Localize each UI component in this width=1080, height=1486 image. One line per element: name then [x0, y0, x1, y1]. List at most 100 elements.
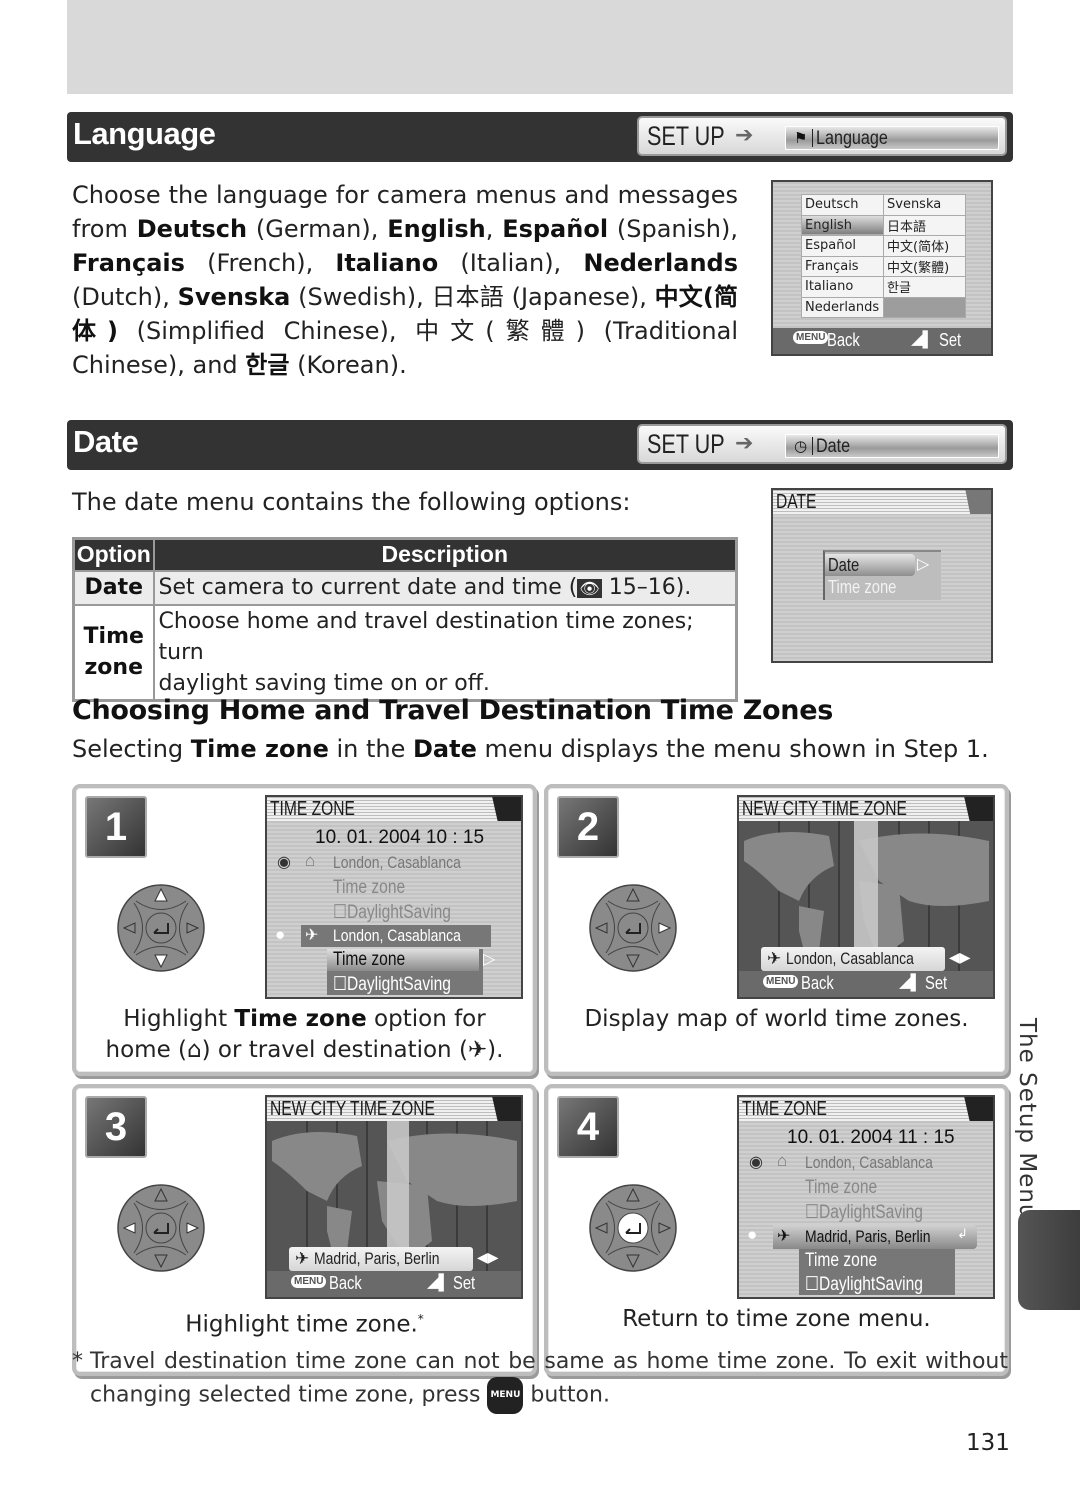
breadcrumb: SET UP ➔ ⚑ Language [637, 116, 1007, 156]
option-name: Date [72, 569, 155, 606]
breadcrumb-item: Language [816, 128, 888, 149]
section-title: Date [73, 424, 139, 459]
menu-item-time-zone[interactable]: Time zone [828, 577, 896, 598]
enter-icon: ↲ [957, 1226, 968, 1241]
current-datetime: 10. 01. 2004 10 : 15 [315, 827, 485, 848]
header-band [67, 0, 1013, 94]
step-number: 4 [557, 1096, 619, 1158]
home-daylight-saving[interactable]: ☐DaylightSaving [333, 901, 451, 924]
menu-item-date[interactable]: Date [825, 554, 915, 576]
new-city-time-zone-screen: NEW CITY TIME ZONE ✈ London, Casablanca … [737, 795, 995, 999]
step-caption: Return to time zone menu. [622, 1306, 931, 1332]
travel-time-zone[interactable]: Time zone [805, 1250, 877, 1272]
chevron-right-icon: ▷ [917, 554, 930, 573]
language-option[interactable]: Svenska [883, 194, 966, 216]
selected-city: ✈ London, Casablanca [761, 947, 945, 971]
step-4: 4 TIME ZONE 10. 01. 2004 11 : 15 ◉ ⌂ Lon… [544, 1084, 1009, 1376]
home-daylight-saving[interactable]: ☐DaylightSaving [805, 1201, 923, 1224]
language-option[interactable]: 日本語 [883, 214, 966, 236]
subsection-heading: Choosing Home and Travel Destination Tim… [72, 695, 834, 726]
multi-selector-enter-icon [589, 1184, 677, 1272]
arrow-right-icon: ➔ [735, 123, 754, 148]
language-option[interactable]: Deutsch [801, 194, 884, 216]
language-option[interactable]: Français [801, 255, 884, 277]
step-caption: Highlight Time zone option for home (⌂) … [105, 1006, 504, 1063]
back-label: Back [329, 1273, 362, 1293]
enter-icon: ◢▌ [899, 974, 922, 991]
multi-selector-left-right-icon [117, 1184, 205, 1272]
language-screen: Deutsch Svenska English 日本語 Español 中文(简体) Fra… [771, 180, 993, 356]
multi-selector-right-icon [589, 884, 677, 972]
home-city: London, Casablanca [805, 1153, 933, 1172]
side-tab-label: The Setup Menu [1014, 1018, 1040, 1220]
multi-selector-up-down-icon [117, 884, 205, 972]
breadcrumb: SET UP ➔ ◷ Date [637, 424, 1007, 464]
left-right-arrows-icon: ◀▶ [477, 1250, 499, 1266]
set-label: Set [925, 973, 948, 993]
home-icon: ⌂ [777, 1151, 788, 1170]
language-option[interactable]: 中文(繁體) [883, 255, 966, 277]
column-header: Option [72, 537, 155, 572]
home-icon: ⌂ [305, 851, 316, 870]
column-header: Description [152, 537, 738, 572]
menu-button-icon: MENU [487, 1377, 524, 1414]
language-row: English 日本語 [801, 214, 966, 236]
language-table: Deutsch Svenska English 日本語 Español 中文(简体) Fra… [801, 194, 966, 318]
radio-travel[interactable]: ● [747, 1225, 757, 1245]
language-option[interactable]: Español [801, 235, 884, 257]
radio-travel[interactable]: ● [275, 925, 285, 945]
new-city-time-zone-screen: NEW CITY TIME ZONE ✈ Madrid, Paris, Berl… [265, 1095, 523, 1299]
home-time-zone[interactable]: Time zone [333, 877, 405, 899]
language-description: Choose the language for camera menus and… [72, 181, 739, 379]
travel-daylight-saving[interactable]: ☐DaylightSaving [333, 973, 451, 996]
language-option[interactable]: 한글 [883, 276, 966, 298]
airplane-icon: ✈ [305, 927, 319, 944]
date-options-table: Option Description Date Set camera to cu… [72, 537, 738, 702]
menu-button-icon: MENU [793, 331, 829, 344]
language-option[interactable]: Italiano [801, 276, 884, 298]
language-option[interactable] [883, 296, 966, 318]
set-label: Set [939, 330, 962, 350]
set-label: Set [453, 1273, 476, 1293]
travel-city: Madrid, Paris, Berlin [805, 1227, 931, 1246]
home-time-zone[interactable]: Time zone [805, 1177, 877, 1199]
date-section-header: Date SET UP ➔ ◷ Date [67, 420, 1013, 470]
screen-title: DATE [776, 491, 817, 513]
page-ref-icon: 👁 [577, 578, 602, 598]
section-title: Language [73, 116, 216, 151]
chevron-right-icon: ▷ [483, 951, 496, 968]
time-zone-screen: TIME ZONE 10. 01. 2004 11 : 15 ◉ ⌂ Londo… [737, 1095, 995, 1299]
airplane-icon: ✈ [777, 1228, 791, 1245]
language-row: Español 中文(简体) [801, 235, 966, 257]
breadcrumb-root: SET UP [647, 429, 725, 459]
side-tab [1018, 1210, 1080, 1310]
travel-time-zone[interactable]: Time zone [333, 949, 405, 971]
table-row: Time zone Choose home and travel destinat… [72, 603, 738, 701]
radio-home-selected[interactable]: ◉ [749, 1152, 763, 1172]
current-datetime: 10. 01. 2004 11 : 15 [787, 1127, 955, 1148]
step-caption: Highlight time zone.* [185, 1311, 424, 1338]
language-row: Deutsch Svenska [801, 194, 966, 216]
home-city: London, Casablanca [333, 853, 461, 872]
table-row: Date Set camera to current date and time… [72, 569, 738, 606]
clock-icon: ◷ [794, 437, 808, 455]
time-zone-screen: TIME ZONE 10. 01. 2004 10 : 15 ◉ ⌂ Londo… [265, 795, 523, 999]
step-number: 1 [85, 796, 147, 858]
step-1: 1 TIME ZONE 10. 01. 2004 10 : 15 ◉ ⌂ Lon… [72, 784, 537, 1076]
radio-home-selected[interactable]: ◉ [277, 852, 291, 872]
left-right-arrows-icon: ◀▶ [949, 950, 971, 966]
option-description: Choose home and travel destination time … [152, 603, 738, 701]
step-number: 2 [557, 796, 619, 858]
language-option[interactable]: Nederlands [801, 296, 884, 318]
travel-daylight-saving[interactable]: ☐DaylightSaving [805, 1273, 923, 1296]
arrow-right-icon: ➔ [735, 431, 754, 456]
enter-icon: ◢▌ [427, 1274, 450, 1291]
step-number: 3 [85, 1096, 147, 1158]
language-option[interactable]: English [801, 214, 884, 236]
step-caption: Display map of world time zones. [584, 1006, 969, 1032]
option-description: Set camera to current date and time (👁 1… [152, 569, 738, 606]
selected-city: ✈ Madrid, Paris, Berlin [289, 1247, 473, 1271]
breadcrumb-item: Date [816, 436, 851, 457]
back-label: Back [801, 973, 834, 993]
language-option[interactable]: 中文(简体) [883, 235, 966, 257]
